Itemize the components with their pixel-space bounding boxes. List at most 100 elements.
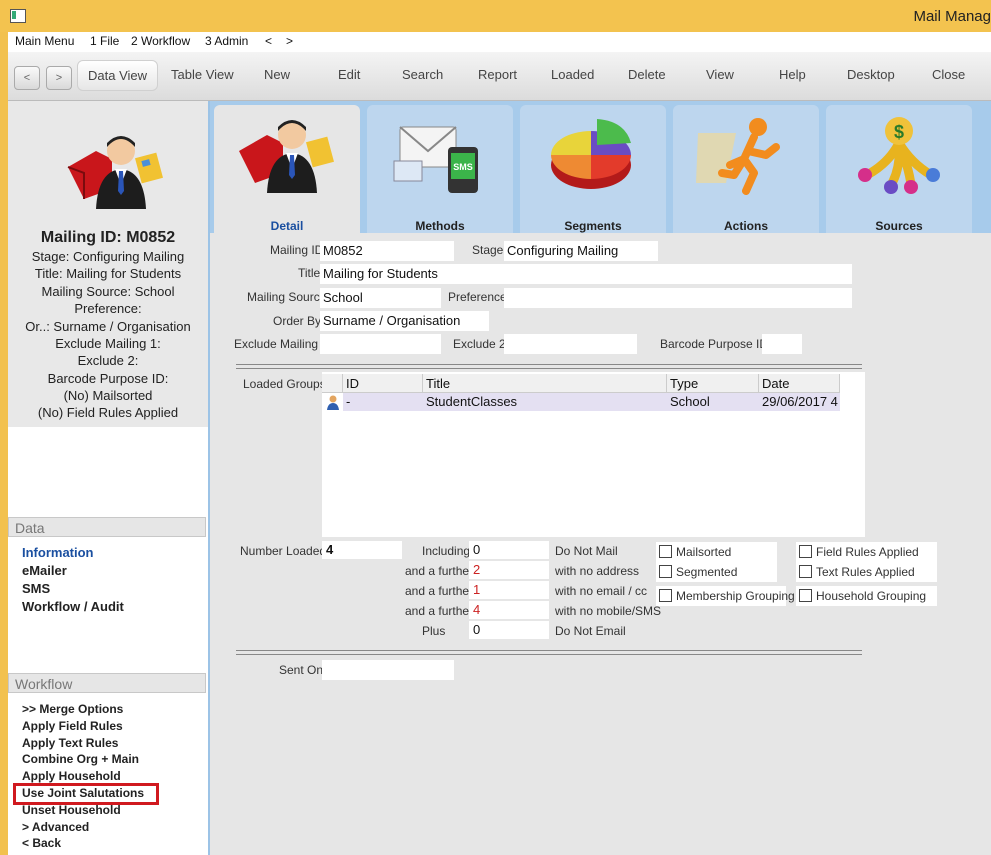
menu-forward-arrow[interactable]: > bbox=[286, 34, 293, 48]
barcode-purpose-field[interactable] bbox=[762, 334, 802, 354]
field-rules-applied-box[interactable] bbox=[799, 545, 812, 558]
stage-field[interactable]: Configuring Mailing bbox=[504, 241, 658, 261]
further-label-1: and a further bbox=[405, 564, 474, 578]
barcode-purpose-label: Barcode Purpose ID bbox=[660, 337, 769, 351]
tab-actions[interactable]: Actions bbox=[673, 105, 819, 233]
household-grouping-checkbox[interactable]: Household Grouping bbox=[796, 586, 937, 606]
report-button[interactable]: Report bbox=[478, 67, 517, 82]
mailing-id-field[interactable]: M0852 bbox=[320, 241, 454, 261]
order-by-label: Order By bbox=[273, 314, 322, 328]
running-man-icon bbox=[696, 118, 780, 195]
table-view-button[interactable]: Table View bbox=[171, 67, 234, 82]
segmented-box[interactable] bbox=[659, 565, 672, 578]
do-not-email-count[interactable]: 0 bbox=[469, 621, 549, 639]
group-person-icon bbox=[325, 394, 341, 410]
tab-methods-label: Methods bbox=[415, 219, 465, 233]
menu-admin[interactable]: 3 Admin bbox=[205, 34, 248, 48]
exclude-2-field[interactable] bbox=[504, 334, 637, 354]
no-address-label: with no address bbox=[555, 564, 640, 578]
toolbar: < > Data View Table View New Edit Search… bbox=[8, 52, 991, 101]
data-view-button[interactable]: Data View bbox=[77, 60, 159, 91]
mailsorted-box[interactable] bbox=[659, 545, 672, 558]
menu-main[interactable]: Main Menu bbox=[15, 34, 74, 48]
loaded-groups-table[interactable]: ID Title Type Date - StudentClasses Scho… bbox=[322, 372, 865, 537]
text-rules-applied-box[interactable] bbox=[799, 565, 812, 578]
forward-button[interactable]: > bbox=[46, 66, 72, 90]
wf-apply-field-rules[interactable]: Apply Field Rules bbox=[22, 719, 123, 733]
household-grouping-box[interactable] bbox=[799, 589, 812, 602]
field-rules-applied-checkbox[interactable]: Field Rules Applied bbox=[796, 542, 937, 562]
nav-workflow-audit[interactable]: Workflow / Audit bbox=[22, 599, 124, 614]
order-by-field[interactable]: Surname / Organisation bbox=[320, 311, 489, 331]
wf-back[interactable]: < Back bbox=[22, 836, 61, 850]
do-not-mail-count[interactable]: 0 bbox=[469, 541, 549, 559]
segmented-checkbox[interactable]: Segmented bbox=[656, 562, 777, 582]
close-button[interactable]: Close bbox=[932, 67, 965, 82]
text-rules-applied-checkbox[interactable]: Text Rules Applied bbox=[796, 562, 937, 582]
wf-unset-household[interactable]: Unset Household bbox=[22, 803, 121, 817]
membership-grouping-checkbox[interactable]: Membership Grouping bbox=[656, 586, 795, 606]
summary-heading: Mailing ID: M0852 bbox=[40, 229, 176, 246]
new-button[interactable]: New bbox=[264, 67, 290, 82]
col-id[interactable]: ID bbox=[343, 374, 423, 393]
tab-segments-label: Segments bbox=[564, 219, 622, 233]
mailing-source-field[interactable]: School bbox=[320, 288, 441, 308]
number-loaded-field[interactable]: 4 bbox=[322, 541, 402, 559]
no-address-count[interactable]: 2 bbox=[469, 561, 549, 579]
further-label-2: and a further bbox=[405, 584, 474, 598]
menu-file[interactable]: 1 File bbox=[90, 34, 119, 48]
table-cell-date[interactable]: 29/06/2017 4 bbox=[759, 393, 840, 411]
help-button[interactable]: Help bbox=[779, 67, 806, 82]
no-mobile-count[interactable]: 4 bbox=[469, 601, 549, 619]
mailing-id-label: Mailing ID bbox=[270, 243, 324, 257]
app-icon[interactable] bbox=[10, 9, 26, 23]
mailsorted-checkbox[interactable]: Mailsorted bbox=[656, 542, 777, 562]
menu-back-arrow[interactable]: < bbox=[265, 34, 272, 48]
nav-information[interactable]: Information bbox=[22, 545, 94, 560]
back-button[interactable]: < bbox=[14, 66, 40, 90]
membership-grouping-label: Membership Grouping bbox=[676, 589, 795, 603]
title-label: Title bbox=[298, 266, 321, 280]
desktop-button[interactable]: Desktop bbox=[847, 67, 895, 82]
preference-field[interactable] bbox=[504, 288, 852, 308]
nav-emailer[interactable]: eMailer bbox=[22, 563, 67, 578]
tab-sources-label: Sources bbox=[875, 219, 923, 233]
preference-label: Preference bbox=[448, 290, 507, 304]
search-button[interactable]: Search bbox=[402, 67, 443, 82]
wf-combine-org-main[interactable]: Combine Org + Main bbox=[22, 752, 139, 766]
table-cell-id[interactable]: - bbox=[343, 393, 423, 411]
tab-segments[interactable]: Segments bbox=[520, 105, 666, 233]
field-rules-applied-label: Field Rules Applied bbox=[816, 545, 919, 559]
exclude-mailing-1-field[interactable] bbox=[320, 334, 441, 354]
menu-workflow[interactable]: 2 Workflow bbox=[131, 34, 190, 48]
tab-detail[interactable]: Detail bbox=[214, 105, 360, 233]
view-button[interactable]: View bbox=[706, 67, 734, 82]
number-loaded-label: Number Loaded bbox=[240, 544, 327, 558]
col-date[interactable]: Date bbox=[759, 374, 840, 393]
wf-apply-text-rules[interactable]: Apply Text Rules bbox=[22, 736, 118, 750]
mailing-source-label: Mailing Source bbox=[247, 290, 327, 304]
wf-apply-household[interactable]: Apply Household bbox=[22, 769, 121, 783]
tab-sources[interactable]: $ Sources bbox=[826, 105, 972, 233]
including-label: Including bbox=[422, 544, 471, 558]
loaded-button[interactable]: Loaded bbox=[551, 67, 594, 82]
nav-sms[interactable]: SMS bbox=[22, 581, 50, 596]
tab-methods[interactable]: SMS Methods bbox=[367, 105, 513, 233]
title-field[interactable]: Mailing for Students bbox=[320, 264, 852, 284]
sent-on-field[interactable] bbox=[322, 660, 454, 680]
col-type[interactable]: Type bbox=[667, 374, 759, 393]
wf-use-joint-salutations[interactable]: Use Joint Salutations bbox=[22, 786, 144, 800]
table-cell-type[interactable]: School bbox=[667, 393, 759, 411]
delete-button[interactable]: Delete bbox=[628, 67, 666, 82]
wf-merge-options[interactable]: >> Merge Options bbox=[22, 702, 123, 716]
email-sms-icon: SMS bbox=[393, 126, 478, 193]
no-email-count[interactable]: 1 bbox=[469, 581, 549, 599]
edit-button[interactable]: Edit bbox=[338, 67, 360, 82]
wf-advanced[interactable]: > Advanced bbox=[22, 820, 89, 834]
exclude-2-label: Exclude 2 bbox=[453, 337, 506, 351]
summary-stage: Stage: Configuring Mailing bbox=[31, 249, 185, 264]
tab-actions-label: Actions bbox=[723, 219, 768, 233]
col-title[interactable]: Title bbox=[423, 374, 667, 393]
membership-grouping-box[interactable] bbox=[659, 589, 672, 602]
table-cell-title[interactable]: StudentClasses bbox=[423, 393, 667, 411]
